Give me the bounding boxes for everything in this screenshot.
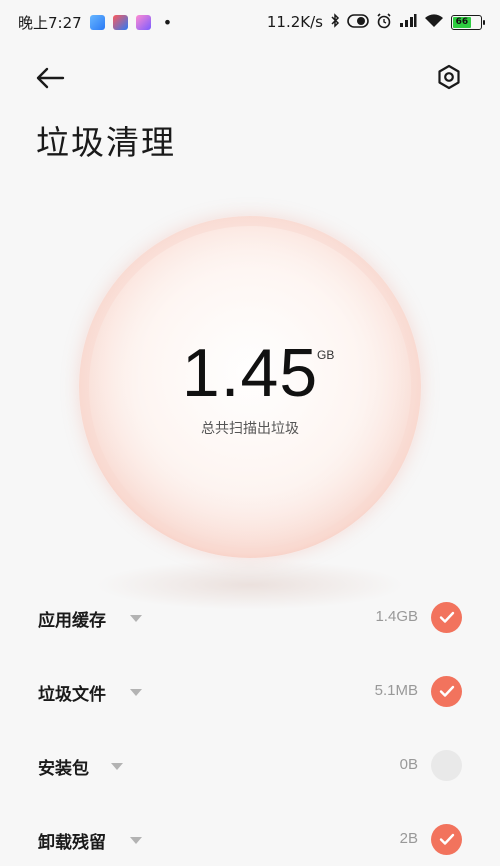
calendar-app-icon	[112, 14, 128, 30]
back-button[interactable]	[30, 62, 70, 98]
list-item-size: 2B	[399, 830, 418, 847]
chevron-down-icon[interactable]	[130, 837, 142, 844]
check-icon	[439, 685, 454, 697]
list-item-size: 0B	[399, 756, 418, 773]
junk-size-caption: 总共扫描出垃圾	[201, 421, 299, 437]
chevron-down-icon[interactable]	[130, 689, 142, 696]
checkbox-uninstall-residue[interactable]	[431, 824, 462, 855]
status-bar: 晚上7:27 • 11.2K/s 66	[0, 0, 500, 44]
gallery-app-icon	[135, 14, 151, 30]
check-icon	[439, 833, 454, 845]
wifi-icon	[424, 13, 444, 31]
junk-summary-orb: 1.45 GB 总共扫描出垃圾	[79, 216, 421, 558]
signal-icon	[399, 13, 417, 31]
arrow-left-icon	[35, 67, 65, 93]
list-item-size: 5.1MB	[374, 682, 418, 699]
list-item-label: 卸载残留	[38, 833, 106, 853]
bluetooth-icon	[330, 13, 340, 31]
status-right: 11.2K/s 66	[266, 12, 485, 32]
top-bar	[0, 56, 500, 102]
list-item-size: 1.4GB	[375, 608, 418, 625]
hexagon-gear-icon	[436, 64, 462, 94]
battery-level: 66	[453, 16, 471, 28]
junk-size-unit: GB	[317, 348, 335, 362]
alarm-icon	[376, 12, 392, 32]
list-item-uninstall-residue[interactable]: 卸载残留 2B	[0, 802, 500, 866]
list-item-junk-files[interactable]: 垃圾文件 5.1MB	[0, 654, 500, 728]
status-left: 晚上7:27 •	[18, 12, 172, 33]
status-time: 晚上7:27	[18, 13, 82, 32]
notification-dot-icon: •	[162, 12, 173, 32]
battery-icon: 66	[451, 14, 485, 30]
list-item-label: 垃圾文件	[38, 685, 106, 705]
list-item-app-cache[interactable]: 应用缓存 1.4GB	[0, 580, 500, 654]
checkbox-junk-files[interactable]	[431, 676, 462, 707]
network-speed: 11.2K/s	[266, 13, 323, 31]
checkbox-install-packages[interactable]	[431, 750, 462, 781]
check-icon	[439, 611, 454, 623]
chevron-down-icon[interactable]	[130, 615, 142, 622]
chevron-down-icon[interactable]	[111, 763, 123, 770]
weather-app-icon	[89, 14, 105, 30]
list-item-install-packages[interactable]: 安装包 0B	[0, 728, 500, 802]
settings-button[interactable]	[434, 64, 464, 94]
junk-size-value: 1.45	[181, 335, 319, 411]
list-item-label: 应用缓存	[38, 611, 106, 631]
toggle-icon	[347, 13, 369, 31]
page-title: 垃圾清理	[36, 123, 176, 162]
checkbox-app-cache[interactable]	[431, 602, 462, 633]
list-item-label: 安装包	[38, 759, 89, 779]
